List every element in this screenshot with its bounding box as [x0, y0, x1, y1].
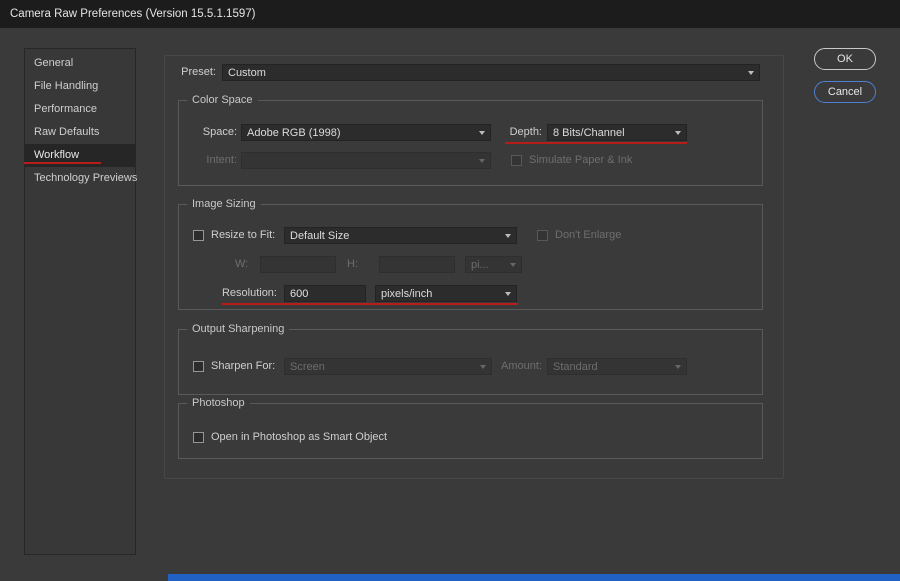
cancel-button[interactable]: Cancel — [814, 81, 876, 103]
resolution-units-select-value: pixels/inch — [381, 288, 499, 300]
chevron-down-icon — [748, 71, 754, 75]
amount-select-value: Standard — [553, 361, 669, 373]
sidebar-item-general[interactable]: General — [25, 52, 135, 75]
resolution-input[interactable] — [284, 285, 366, 302]
chevron-down-icon — [479, 131, 485, 135]
simulate-paper-ink-label: Simulate Paper & Ink — [529, 152, 632, 169]
titlebar: Camera Raw Preferences (Version 15.5.1.1… — [0, 0, 900, 28]
resize-to-fit-label: Resize to Fit: — [211, 227, 275, 244]
photoshop-group-title: Photoshop — [187, 397, 250, 410]
depth-select[interactable]: 8 Bits/Channel — [547, 124, 687, 141]
sidebar-item-raw-defaults[interactable]: Raw Defaults — [25, 121, 135, 144]
chevron-down-icon — [480, 365, 486, 369]
resolution-units-select[interactable]: pixels/inch — [375, 285, 517, 302]
sidebar-item-file-handling[interactable]: File Handling — [25, 75, 135, 98]
width-input — [260, 256, 336, 273]
width-label: W: — [235, 256, 248, 273]
intent-select — [241, 152, 491, 169]
dont-enlarge-label: Don't Enlarge — [555, 227, 621, 244]
sharpen-for-label: Sharpen For: — [211, 358, 275, 375]
preset-select-value: Custom — [228, 67, 742, 79]
intent-label: Intent: — [187, 152, 237, 169]
sharpen-for-select: Screen — [284, 358, 492, 375]
annotation-underline-depth — [505, 142, 687, 144]
open-smart-object-checkbox[interactable] — [193, 432, 204, 443]
output-sharpening-group: Output Sharpening Sharpen For: Screen Am… — [178, 329, 763, 395]
chevron-down-icon — [505, 234, 511, 238]
resolution-label: Resolution: — [187, 285, 277, 302]
space-select[interactable]: Adobe RGB (1998) — [241, 124, 491, 141]
space-select-value: Adobe RGB (1998) — [247, 127, 473, 139]
chevron-down-icon — [505, 292, 511, 296]
sidebar-item-performance[interactable]: Performance — [25, 98, 135, 121]
ok-button[interactable]: OK — [814, 48, 876, 70]
sidebar-item-technology-previews[interactable]: Technology Previews — [25, 167, 135, 190]
background-window-strip — [168, 574, 900, 581]
resize-to-fit-checkbox[interactable] — [193, 230, 204, 241]
resize-to-fit-select-value: Default Size — [290, 230, 499, 242]
color-space-group-title: Color Space — [187, 94, 258, 107]
chevron-down-icon — [675, 365, 681, 369]
preset-label: Preset: — [166, 64, 216, 81]
window-title: Camera Raw Preferences (Version 15.5.1.1… — [10, 8, 255, 20]
annotation-underline-workflow — [24, 162, 101, 164]
sidebar: General File Handling Performance Raw De… — [24, 48, 136, 555]
height-input — [379, 256, 455, 273]
height-label: H: — [347, 256, 358, 273]
chevron-down-icon — [675, 131, 681, 135]
annotation-underline-resolution — [222, 303, 518, 305]
resize-to-fit-select[interactable]: Default Size — [284, 227, 517, 244]
dont-enlarge-checkbox — [537, 230, 548, 241]
amount-select: Standard — [547, 358, 687, 375]
space-label: Space: — [187, 124, 237, 141]
output-sharpening-group-title: Output Sharpening — [187, 323, 289, 336]
chevron-down-icon — [479, 159, 485, 163]
image-sizing-group-title: Image Sizing — [187, 198, 261, 211]
camera-raw-preferences-dialog: Camera Raw Preferences (Version 15.5.1.1… — [0, 0, 900, 581]
depth-select-value: 8 Bits/Channel — [553, 127, 669, 139]
sharpen-for-checkbox[interactable] — [193, 361, 204, 372]
image-sizing-group: Image Sizing Resize to Fit: Default Size… — [178, 204, 763, 310]
preset-select[interactable]: Custom — [222, 64, 760, 81]
open-smart-object-label: Open in Photoshop as Smart Object — [211, 429, 387, 446]
amount-label: Amount: — [497, 358, 542, 375]
sharpen-for-select-value: Screen — [290, 361, 474, 373]
size-units-select: pi... — [465, 256, 522, 273]
simulate-paper-ink-checkbox — [511, 155, 522, 166]
photoshop-group: Photoshop Open in Photoshop as Smart Obj… — [178, 403, 763, 459]
size-units-select-value: pi... — [471, 259, 504, 271]
chevron-down-icon — [510, 263, 516, 267]
depth-label: Depth: — [497, 124, 542, 141]
